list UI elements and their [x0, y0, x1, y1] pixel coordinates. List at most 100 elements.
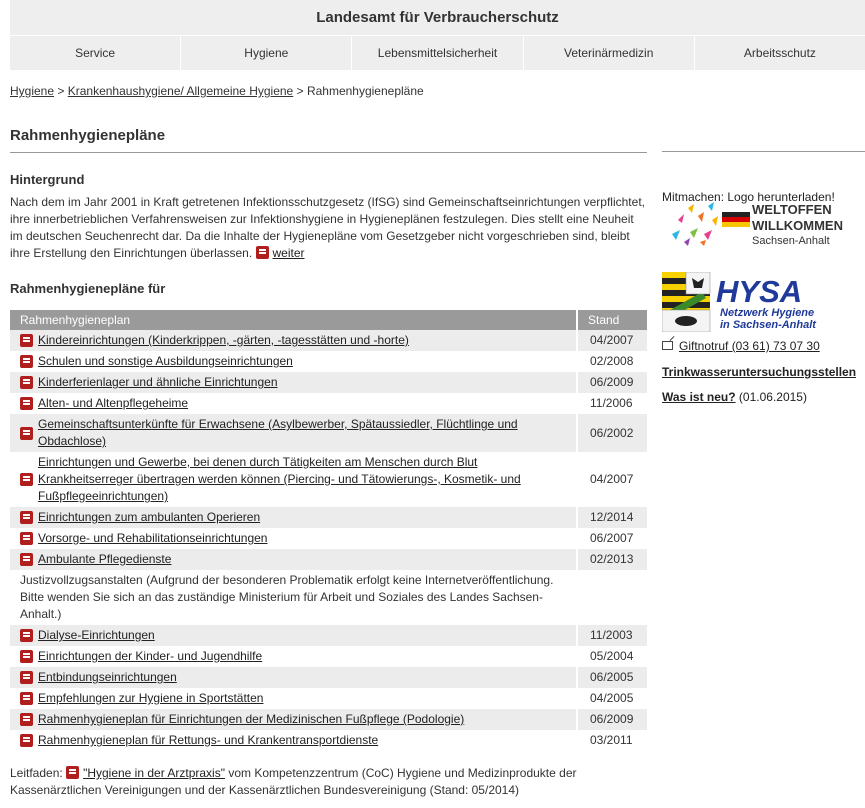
hintergrund-heading: Hintergrund	[10, 172, 85, 187]
plan-stand-cell: 06/2002	[576, 414, 647, 452]
plan-link[interactable]: Empfehlungen zur Hygiene in Sportstätten	[38, 690, 263, 707]
plan-stand-cell: 02/2013	[576, 549, 647, 570]
giftnotruf-item: Giftnotruf (03 61) 73 07 30	[662, 339, 820, 353]
sidebar-divider	[662, 151, 865, 152]
plan-name-cell: Vorsorge- und Rehabilitationseinrichtung…	[10, 528, 576, 549]
table-row: Vorsorge- und Rehabilitationseinrichtung…	[10, 528, 647, 549]
external-link-icon	[662, 341, 673, 350]
table-row: Kindereinrichtungen (Kinderkrippen, -gär…	[10, 330, 647, 351]
pdf-icon	[20, 629, 33, 642]
breadcrumb-hygiene[interactable]: Hygiene	[10, 84, 54, 98]
plan-name-cell: Alten- und Altenpflegeheime	[10, 393, 576, 414]
pdf-icon	[20, 650, 33, 663]
plan-link[interactable]: Einrichtungen der Kinder- und Jugendhilf…	[38, 648, 262, 665]
plan-stand-cell: 06/2007	[576, 528, 647, 549]
pdf-icon	[20, 334, 33, 347]
confetti-icon: WELTOFFEN WILLKOMMEN Sachsen-Anhalt	[672, 202, 843, 247]
plan-link[interactable]: Gemeinschaftsunterkünfte für Erwachsene …	[38, 416, 576, 450]
plan-stand-cell: 04/2007	[576, 452, 647, 507]
plan-stand-cell: 06/2005	[576, 667, 647, 688]
hysa-title: HYSA	[716, 274, 802, 309]
internal-link-icon	[255, 246, 269, 259]
nav-arbeitsschutz[interactable]: Arbeitsschutz	[695, 36, 865, 70]
plan-stand-cell	[576, 570, 647, 625]
breadcrumb-krankenhaushygiene[interactable]: Krankenhaushygiene/ Allgemeine Hygiene	[68, 84, 294, 98]
plan-name-cell: Schulen und sonstige Ausbildungseinricht…	[10, 351, 576, 372]
nav-veterinaermedizin[interactable]: Veterinärmedizin	[524, 36, 695, 70]
pdf-icon	[20, 426, 33, 440]
was-ist-neu-link[interactable]: Was ist neu?	[662, 390, 736, 404]
plan-link[interactable]: Ambulante Pflegedienste	[38, 551, 171, 568]
breadcrumb-separator: >	[57, 84, 65, 98]
table-row: Einrichtungen und Gewerbe, bei denen dur…	[10, 452, 647, 507]
plan-name-cell: Kindereinrichtungen (Kinderkrippen, -gär…	[10, 330, 576, 351]
table-row: Rahmenhygieneplan für Rettungs- und Kran…	[10, 730, 647, 751]
weltoffen-line2: WILLKOMMEN	[752, 218, 843, 233]
plan-link[interactable]: Kindereinrichtungen (Kinderkrippen, -gär…	[38, 332, 409, 349]
plan-name-cell: Justizvollzugsanstalten (Aufgrund der be…	[10, 570, 576, 625]
pdf-icon	[20, 355, 33, 368]
plan-name-cell: Rahmenhygieneplan für Einrichtungen der …	[10, 709, 576, 730]
pdf-icon	[20, 397, 33, 410]
weltoffen-logo[interactable]: WELTOFFEN WILLKOMMEN Sachsen-Anhalt	[668, 198, 858, 248]
plan-link[interactable]: Rahmenhygieneplan für Rettungs- und Kran…	[38, 732, 378, 749]
trinkwasser-link[interactable]: Trinkwasseruntersuchungsstellen	[662, 365, 856, 379]
plan-link[interactable]: Vorsorge- und Rehabilitationseinrichtung…	[38, 530, 267, 547]
hintergrund-text: Nach dem im Jahr 2001 in Kraft getretene…	[10, 194, 647, 262]
table-row: Empfehlungen zur Hygiene in Sportstätten…	[10, 688, 647, 709]
hysa-logo[interactable]: HYSA Netzwerk Hygiene in Sachsen-Anhalt	[661, 271, 847, 333]
table-row: Einrichtungen der Kinder- und Jugendhilf…	[10, 646, 647, 667]
page-title: Rahmenhygienepläne	[10, 127, 647, 153]
was-ist-neu-item: Was ist neu? (01.06.2015)	[662, 390, 807, 404]
table-row: Entbindungseinrichtungen 06/2005	[10, 667, 647, 688]
plan-link[interactable]: Einrichtungen und Gewerbe, bei denen dur…	[38, 454, 576, 505]
table-row: Schulen und sonstige Ausbildungseinricht…	[10, 351, 647, 372]
plans-heading: Rahmenhygienepläne für	[10, 281, 166, 296]
plans-table-header: Rahmenhygieneplan Stand	[10, 310, 647, 330]
breadcrumb-current: Rahmenhygienepläne	[306, 84, 424, 98]
leitfaden-link[interactable]: "Hygiene in der Arztpraxis"	[83, 766, 225, 780]
site-title: Landesamt für Verbraucherschutz	[316, 9, 559, 26]
breadcrumb-separator: >	[296, 84, 304, 98]
table-row: Gemeinschaftsunterkünfte für Erwachsene …	[10, 414, 647, 452]
plan-name-cell: Dialyse-Einrichtungen	[10, 625, 576, 646]
plan-name-cell: Einrichtungen und Gewerbe, bei denen dur…	[10, 452, 576, 507]
pdf-icon	[20, 376, 33, 389]
weltoffen-line1: WELTOFFEN	[752, 202, 832, 217]
plan-name-cell: Empfehlungen zur Hygiene in Sportstätten	[10, 688, 576, 709]
plan-name-cell: Gemeinschaftsunterkünfte für Erwachsene …	[10, 414, 576, 452]
weiter-link[interactable]: weiter	[273, 246, 305, 260]
plan-link[interactable]: Dialyse-Einrichtungen	[38, 627, 155, 644]
plan-link[interactable]: Kinderferienlager und ähnliche Einrichtu…	[38, 374, 278, 391]
column-header-stand: Stand	[576, 310, 647, 330]
plans-table: Rahmenhygieneplan Stand Kindereinrichtun…	[10, 310, 647, 751]
plan-link[interactable]: Schulen und sonstige Ausbildungseinricht…	[38, 353, 293, 370]
nav-hygiene[interactable]: Hygiene	[181, 36, 353, 70]
plan-name-cell: Einrichtungen der Kinder- und Jugendhilf…	[10, 646, 576, 667]
plan-link[interactable]: Alten- und Altenpflegeheime	[38, 395, 188, 412]
pdf-icon	[20, 511, 33, 524]
giftnotruf-link[interactable]: Giftnotruf (03 61) 73 07 30	[679, 339, 820, 353]
table-row: Einrichtungen zum ambulanten Operieren 12…	[10, 507, 647, 528]
nav-service[interactable]: Service	[10, 36, 182, 70]
plan-link[interactable]: Rahmenhygieneplan für Einrichtungen der …	[38, 711, 464, 728]
plan-name-cell: Rahmenhygieneplan für Rettungs- und Kran…	[10, 730, 576, 751]
plan-stand-cell: 04/2005	[576, 688, 647, 709]
plan-name-cell: Entbindungseinrichtungen	[10, 667, 576, 688]
plan-link[interactable]: Einrichtungen zum ambulanten Operieren	[38, 509, 260, 526]
leitfaden: Leitfaden: "Hygiene in der Arztpraxis" v…	[10, 765, 610, 799]
plan-link[interactable]: Entbindungseinrichtungen	[38, 669, 177, 686]
pdf-icon	[20, 671, 33, 684]
table-row: Justizvollzugsanstalten (Aufgrund der be…	[10, 570, 647, 625]
plan-stand-cell: 11/2006	[576, 393, 647, 414]
plan-stand-cell: 02/2008	[576, 351, 647, 372]
pdf-icon	[20, 553, 33, 566]
hysa-emblem: HYSA Netzwerk Hygiene in Sachsen-Anhalt	[661, 271, 817, 333]
plan-name-cell: Einrichtungen zum ambulanten Operieren	[10, 507, 576, 528]
hintergrund-body: Nach dem im Jahr 2001 in Kraft getretene…	[10, 195, 645, 260]
plan-stand-cell: 06/2009	[576, 372, 647, 393]
pdf-icon	[20, 734, 33, 747]
trinkwasser-item: Trinkwasseruntersuchungsstellen	[662, 365, 856, 379]
nav-lebensmittelsicherheit[interactable]: Lebensmittelsicherheit	[352, 36, 524, 70]
site-header: Landesamt für Verbraucherschutz	[10, 0, 865, 35]
